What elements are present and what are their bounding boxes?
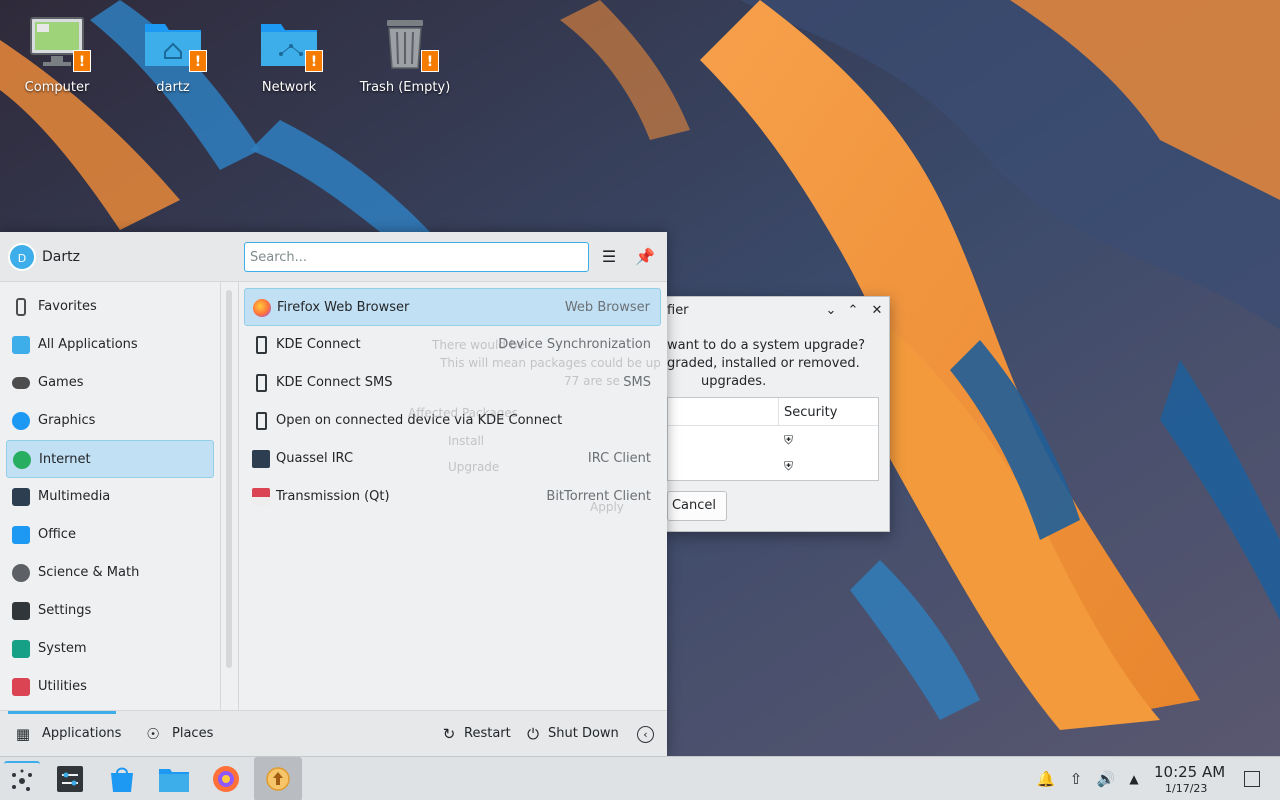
shutdown-button[interactable]: ⏻ Shut Down <box>524 711 619 757</box>
shield-icon: ⛨ <box>784 433 794 447</box>
cancel-button[interactable]: Cancel <box>667 491 727 521</box>
category-utilities[interactable]: Utilities <box>6 668 214 706</box>
clock-time[interactable]: 10:25 AM <box>1154 763 1225 781</box>
launcher-header: D Dartz ☰ 📌 <box>0 232 667 282</box>
close-icon[interactable]: ✕ <box>869 303 885 319</box>
warning-badge: ! <box>189 50 207 72</box>
grid-icon: ▦ <box>15 725 31 743</box>
update-tray-icon[interactable]: ⇧ <box>1066 769 1086 789</box>
tab-places[interactable]: ☉ Places <box>144 711 224 757</box>
tab-applications[interactable]: ▦ Applications <box>14 711 122 757</box>
category-settings[interactable]: Settings <box>6 592 214 630</box>
desktop-icon-computer[interactable]: ! Computer <box>2 10 112 95</box>
gamepad-icon <box>12 377 30 389</box>
firefox-icon <box>253 299 271 317</box>
category-all-applications[interactable]: All Applications <box>6 326 214 364</box>
warning-badge: ! <box>73 50 91 72</box>
search-input[interactable] <box>244 242 589 272</box>
science-icon <box>12 564 30 582</box>
minimize-icon[interactable]: ⌄ <box>823 303 839 319</box>
shield-icon: ⛨ <box>784 459 794 473</box>
category-games[interactable]: Games <box>6 364 214 402</box>
globe-icon <box>13 451 31 469</box>
category-internet[interactable]: Internet <box>6 440 214 478</box>
warning-badge: ! <box>421 50 439 72</box>
restart-icon: ↻ <box>442 725 456 743</box>
launcher-button[interactable] <box>4 761 40 797</box>
user-name: Dartz <box>42 249 80 265</box>
toolbox-icon <box>12 678 30 696</box>
column-header-security: Security <box>784 405 838 420</box>
launcher-footer: ▦ Applications ☉ Places ↻ Restart ⏻ Shut… <box>0 710 667 756</box>
kde-logo-icon <box>12 769 32 791</box>
desktop-icon-label: Trash (Empty) <box>359 80 451 95</box>
grid-icon <box>12 336 30 354</box>
dialog-message: want to do a system upgrade? graded, ins… <box>667 338 866 389</box>
desktop-icon-network[interactable]: ! Network <box>234 10 344 95</box>
irc-icon <box>252 450 270 468</box>
category-system[interactable]: System <box>6 630 214 668</box>
avatar[interactable]: D <box>8 243 36 271</box>
chevron-left-icon: ‹ <box>637 726 654 743</box>
phone-icon <box>256 412 267 430</box>
folder-icon <box>159 769 189 792</box>
discover-icon <box>111 767 133 792</box>
power-icon: ⏻ <box>527 725 539 743</box>
show-desktop-icon[interactable] <box>1244 771 1260 787</box>
app-item-open-on-device[interactable]: Open on connected device via KDE Connect <box>244 402 661 440</box>
category-office[interactable]: Office <box>6 516 214 554</box>
category-science-math[interactable]: Science & Math <box>6 554 214 592</box>
app-item-quassel-irc[interactable]: Quassel IRC IRC Client <box>244 440 661 478</box>
warning-badge: ! <box>305 50 323 72</box>
desktop-icon-home[interactable]: ! dartz <box>118 10 228 95</box>
chevron-up-icon[interactable]: ▲ <box>1124 769 1144 789</box>
desktop-icon-trash[interactable]: ! Trash (Empty) <box>350 10 460 95</box>
packages-table: Security ⛨ ⛨ <box>667 397 879 481</box>
system-icon <box>12 640 30 658</box>
taskbar-firefox[interactable] <box>208 761 244 797</box>
notifications-icon[interactable]: 🔔 <box>1036 769 1056 789</box>
category-multimedia[interactable]: Multimedia <box>6 478 214 516</box>
maximize-icon[interactable]: ⌃ <box>845 303 861 319</box>
app-item-kde-connect[interactable]: KDE Connect Device Synchronization <box>244 326 661 364</box>
phone-icon <box>256 374 267 392</box>
dialog-titlebar[interactable]: fier ⌄ ⌃ ✕ <box>667 297 889 325</box>
volume-icon[interactable]: 🔊 <box>1096 769 1116 789</box>
category-favorites[interactable]: Favorites <box>6 288 214 326</box>
app-item-kde-connect-sms[interactable]: KDE Connect SMS SMS <box>244 364 661 402</box>
desktop-icon-label: Computer <box>24 80 90 95</box>
bookmark-icon <box>16 298 26 316</box>
table-header: Security <box>668 398 878 426</box>
taskbar-discover[interactable] <box>104 761 140 797</box>
restart-button[interactable]: ↻ Restart <box>440 711 512 757</box>
taskbar-updater[interactable] <box>254 757 302 800</box>
category-scrollbar[interactable] <box>226 290 232 668</box>
settings-icon <box>12 602 30 620</box>
desktop-icon-label: Network <box>261 80 317 95</box>
system-upgrade-dialog: fier ⌄ ⌃ ✕ want to do a system upgrade? … <box>666 296 890 532</box>
app-item-transmission[interactable]: Transmission (Qt) BitTorrent Client <box>244 478 661 516</box>
app-item-firefox[interactable]: Firefox Web Browser Web Browser <box>244 288 661 326</box>
settings-icon <box>57 766 83 792</box>
pin-icon[interactable]: 📌 <box>634 246 656 268</box>
graphics-icon <box>12 412 30 430</box>
taskbar: 🔔 ⇧ 🔊 ▲ 10:25 AM 1/17/23 <box>0 756 1280 800</box>
phone-icon <box>256 336 267 354</box>
update-icon <box>266 767 290 791</box>
firefox-icon <box>213 766 239 792</box>
configure-icon[interactable]: ☰ <box>598 246 620 268</box>
clock-date[interactable]: 1/17/23 <box>1165 782 1207 795</box>
compass-icon: ☉ <box>146 725 160 743</box>
office-icon <box>12 526 30 544</box>
dialog-title: fier <box>667 303 689 318</box>
application-launcher: D Dartz ☰ 📌 Favorites All Applications G… <box>0 232 667 756</box>
taskbar-dolphin[interactable] <box>156 761 192 797</box>
transmission-icon <box>252 488 270 506</box>
category-graphics[interactable]: Graphics <box>6 402 214 440</box>
taskbar-system-settings[interactable] <box>52 761 88 797</box>
leave-options-button[interactable]: ‹ <box>637 711 657 757</box>
multimedia-icon <box>12 488 30 506</box>
desktop-icon-label: dartz <box>156 80 190 95</box>
